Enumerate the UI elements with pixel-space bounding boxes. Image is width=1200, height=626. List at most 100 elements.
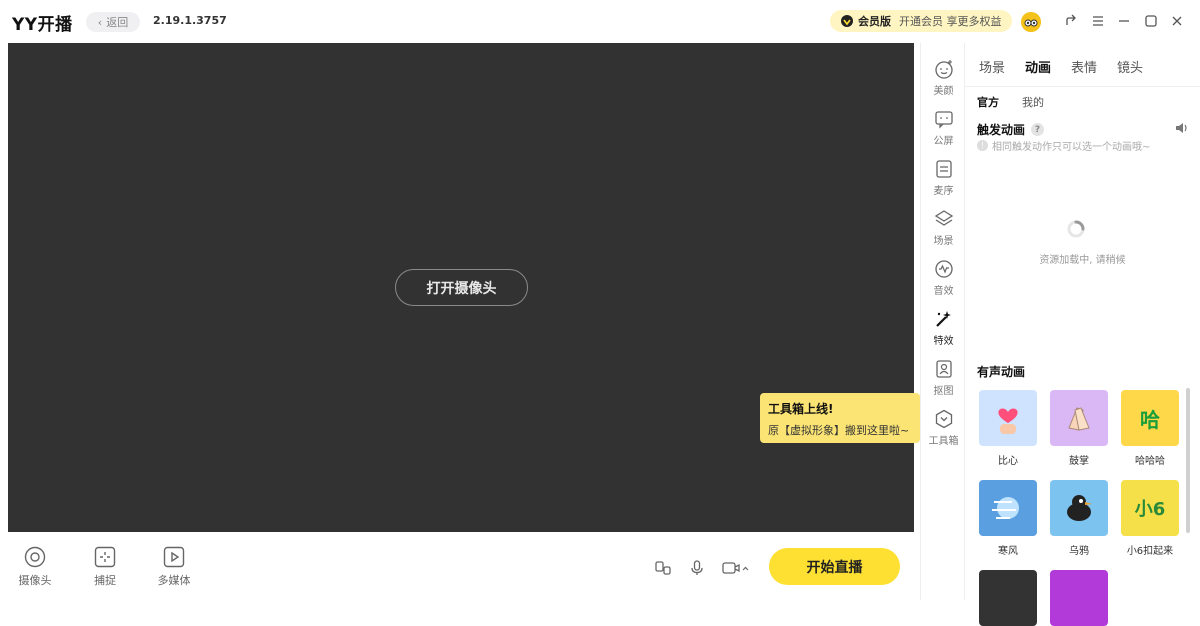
menu-icon[interactable] — [1089, 12, 1107, 30]
tooltip-title: 工具箱上线! — [768, 402, 834, 416]
loading-text: 资源加载中, 请稍候 — [1039, 255, 1126, 266]
sidebar-label-toolbox: 工具箱 — [928, 436, 959, 447]
animation-label: 比心 — [998, 456, 1018, 467]
sidebar-item-sound[interactable]: 音效 — [921, 259, 966, 297]
beauty-face-icon — [934, 60, 953, 79]
panel-scrollbar[interactable] — [1186, 388, 1190, 533]
animation-thumb — [1050, 390, 1108, 446]
panel-subtabs: 官方 我的 — [977, 94, 1067, 110]
animation-label: 哈哈哈 — [1135, 456, 1165, 467]
sidebar-item-chat[interactable]: 公屏 — [921, 109, 966, 147]
vip-promo-label: 开通会员 享更多权益 — [899, 15, 1002, 28]
sidebar-item-beauty[interactable]: 美颜 — [921, 59, 966, 97]
tab-scene[interactable]: 场景 — [979, 57, 1025, 76]
toolbox-tooltip: 工具箱上线! 原【虚拟形象】搬到这里啦~ — [760, 393, 920, 443]
trigger-animation-label: 触发动画 — [977, 123, 1026, 137]
media-tool-label: 多媒体 — [157, 574, 191, 587]
camera-tool-label: 摄像头 — [18, 574, 52, 587]
trigger-animation-title: 触发动画 ? — [977, 121, 1045, 138]
avatar[interactable] — [1021, 12, 1041, 32]
cold-wind-icon — [992, 497, 1019, 519]
animation-card-crow[interactable]: 乌鸦 — [1050, 480, 1108, 557]
animation-card-partial-1[interactable] — [979, 570, 1037, 626]
sidebar-label-mic-queue: 麦序 — [933, 186, 954, 197]
tooltip-body: 原【虚拟形象】搬到这里啦~ — [768, 424, 910, 437]
maximize-icon[interactable] — [1142, 12, 1160, 30]
sidebar-item-cutout[interactable]: 抠图 — [921, 359, 966, 397]
speaker-icon[interactable] — [1175, 122, 1189, 134]
sound-wave-icon — [934, 260, 953, 278]
sidebar-item-scene[interactable]: 场景 — [921, 209, 966, 247]
screen-switch-icon[interactable] — [652, 557, 674, 579]
animation-card-clap[interactable]: 鼓掌 — [1050, 390, 1108, 467]
info-icon: ! — [977, 140, 988, 151]
loading-spinner-icon — [1067, 220, 1085, 238]
cutout-portrait-icon — [935, 360, 952, 378]
subtab-official[interactable]: 官方 — [977, 94, 1022, 110]
help-icon[interactable]: ? — [1031, 123, 1045, 136]
video-camera-icon[interactable] — [720, 557, 752, 579]
animation-label: 寒风 — [998, 546, 1018, 557]
minimize-icon[interactable] — [1115, 12, 1133, 30]
vip-banner[interactable]: 会员版 开通会员 享更多权益 — [830, 10, 1012, 32]
magic-wand-icon — [935, 311, 951, 327]
tabs-divider — [965, 86, 1200, 87]
chevron-left-icon: ‹ — [97, 15, 103, 29]
back-label: 返回 — [106, 16, 129, 29]
version-label: 2.19.1.3757 — [153, 14, 227, 27]
sidebar-item-mic-queue[interactable]: 麦序 — [921, 159, 966, 197]
app-logo: YY开播 — [12, 15, 73, 35]
panel-tabs: 场景 动画 表情 镜头 — [979, 57, 1163, 76]
camera-lens-icon — [24, 546, 46, 568]
animation-card-bixin[interactable]: 比心 — [979, 390, 1037, 467]
capture-tool-button[interactable]: 捕捉 — [80, 546, 130, 588]
media-play-icon — [163, 546, 185, 568]
sidebar-label-chat: 公屏 — [933, 136, 954, 147]
animation-label: 鼓掌 — [1069, 456, 1089, 467]
finger-heart-icon — [998, 408, 1018, 434]
sidebar-item-toolbox[interactable]: 工具箱 — [921, 409, 966, 447]
capture-tool-label: 捕捉 — [94, 574, 116, 587]
sidebar-label-beauty: 美颜 — [933, 86, 954, 97]
start-live-button[interactable]: 开始直播 — [769, 548, 900, 585]
heart-badge-icon — [841, 15, 853, 27]
animation-thumb: 小6 — [1121, 480, 1179, 536]
animation-thumb — [1050, 570, 1108, 626]
animation-label: 小6扣起来 — [1126, 546, 1174, 557]
animation-card-partial-2[interactable] — [1050, 570, 1108, 626]
animation-card-wind[interactable]: 寒风 — [979, 480, 1037, 557]
animation-thumb — [979, 390, 1037, 446]
mic-queue-icon — [935, 160, 952, 178]
subtab-mine[interactable]: 我的 — [1022, 94, 1067, 110]
camera-tool-button[interactable]: 摄像头 — [10, 546, 60, 588]
back-button[interactable]: ‹ 返回 — [86, 12, 140, 32]
animation-thumb-text: 哈 — [1140, 407, 1160, 432]
sound-animation-title: 有声动画 — [977, 365, 1026, 379]
sidebar-label-sound: 音效 — [933, 286, 954, 297]
media-tool-button[interactable]: 多媒体 — [149, 546, 199, 588]
microphone-icon[interactable] — [686, 557, 708, 579]
close-icon[interactable] — [1168, 12, 1186, 30]
open-camera-button[interactable]: 打开摄像头 — [395, 269, 528, 306]
feature-sidebar: 美颜 公屏 麦序 场景 音效 特效 抠图 工具箱 — [920, 43, 965, 600]
share-icon[interactable] — [1062, 12, 1080, 30]
animation-label: 乌鸦 — [1069, 546, 1089, 557]
animation-thumb — [979, 480, 1037, 536]
animation-card-xiao6[interactable]: 小6 小6扣起来 — [1121, 480, 1179, 557]
tab-lens[interactable]: 镜头 — [1117, 57, 1163, 76]
bottom-toolbar: 摄像头 捕捉 多媒体 开始直播 — [0, 532, 920, 600]
animation-card-hahaha[interactable]: 哈 哈哈哈 — [1121, 390, 1179, 467]
animation-thumb — [979, 570, 1037, 626]
tab-animation[interactable]: 动画 — [1025, 57, 1071, 76]
tab-emoji[interactable]: 表情 — [1071, 57, 1117, 76]
animation-thumb: 哈 — [1121, 390, 1179, 446]
vip-badge-label: 会员版 — [858, 15, 891, 28]
trigger-notice-text: 相同触发动作只可以选一个动画哦~ — [992, 142, 1151, 153]
animation-thumb — [1050, 480, 1108, 536]
capture-icon — [94, 546, 116, 568]
effects-panel: 场景 动画 表情 镜头 官方 我的 触发动画 ? ! 相同触发动作只可以选一个动… — [965, 43, 1200, 626]
owl-avatar-icon — [1021, 12, 1041, 32]
sidebar-label-scene: 场景 — [933, 236, 954, 247]
animation-thumb-text: 小6 — [1134, 499, 1166, 520]
sidebar-item-effects[interactable]: 特效 — [921, 309, 966, 347]
